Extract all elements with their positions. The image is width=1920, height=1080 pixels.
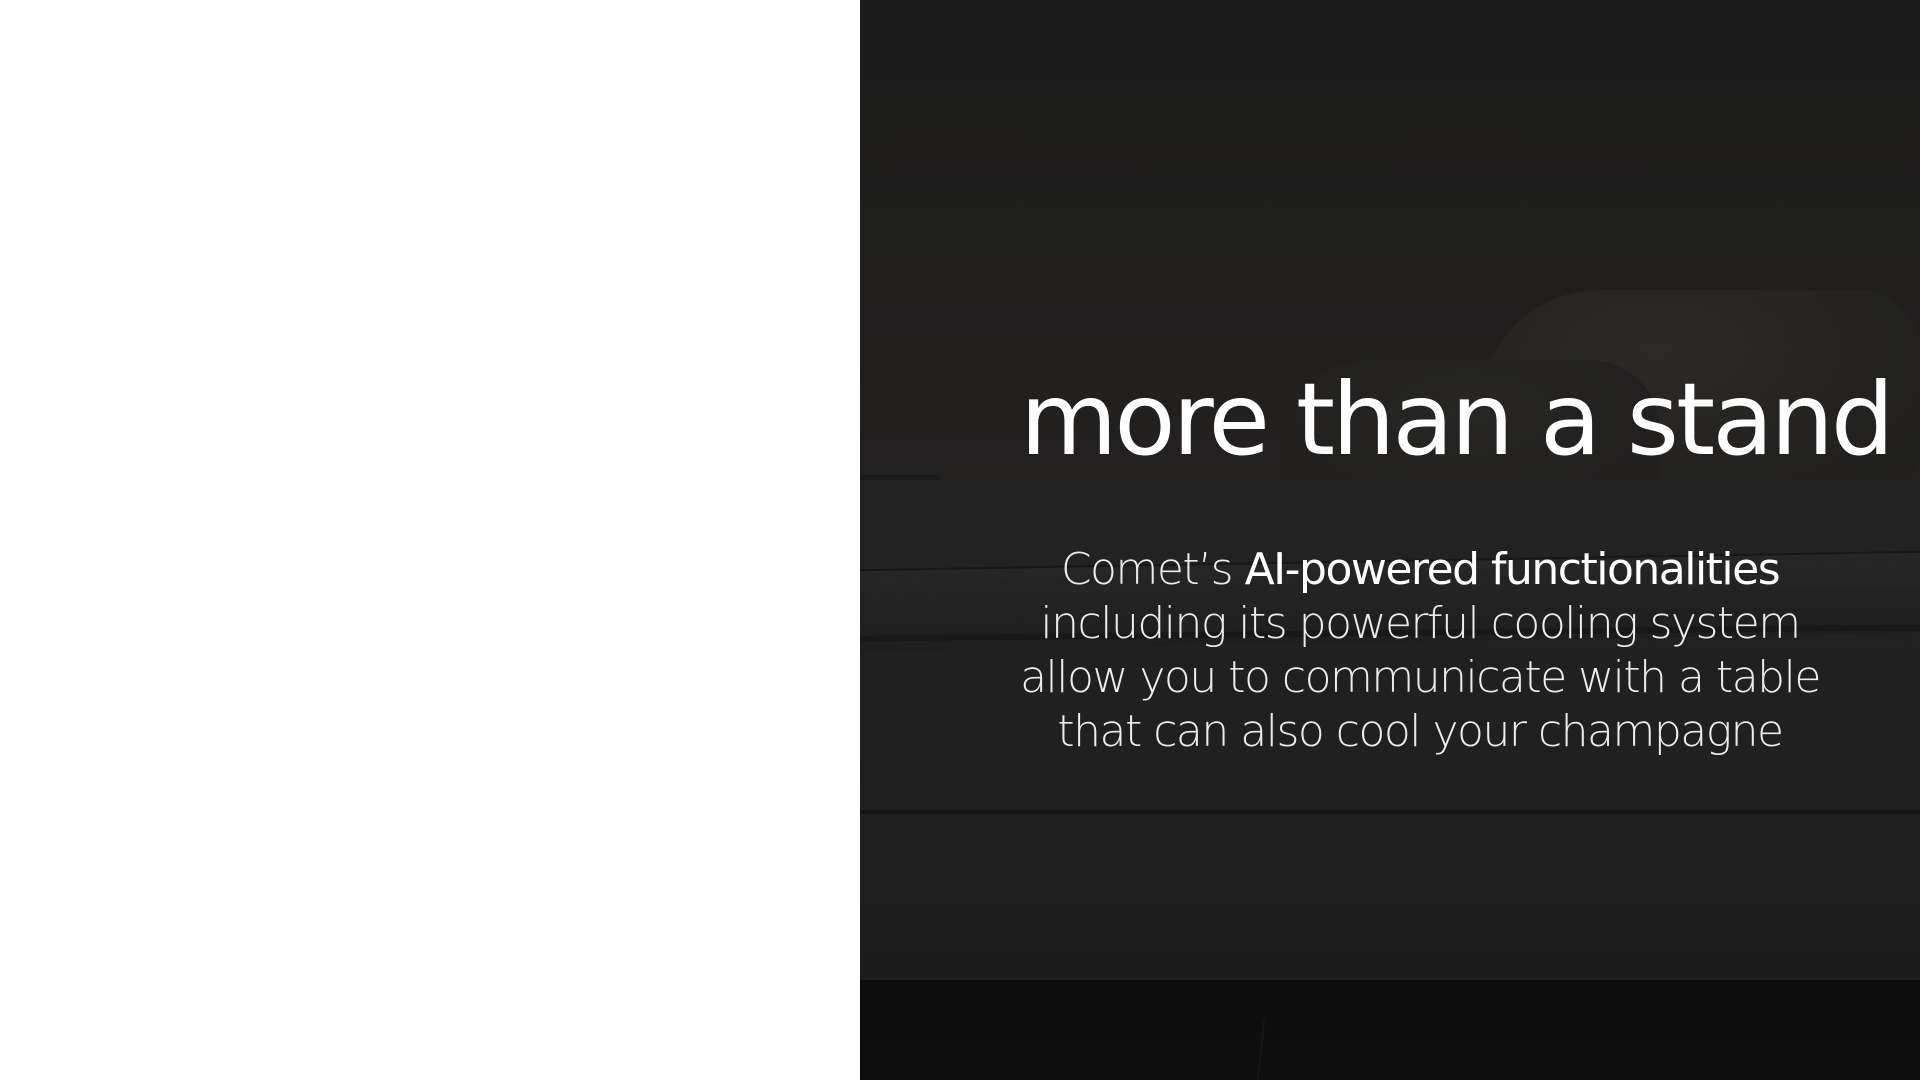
- slide-body-copy: Comet’s AI-powered functionalities inclu…: [1020, 543, 1821, 759]
- body-line-3: allow you to communicate with a table: [1020, 652, 1821, 703]
- slide: more than a stand Comet’s AI-powered fun…: [0, 0, 1920, 1080]
- blank-left-panel: [0, 0, 860, 1080]
- body-emphasis: AI-powered functionalities: [1244, 544, 1781, 595]
- body-line-4: that can also cool your champagne: [1057, 706, 1784, 757]
- body-line-1: Comet’s AI-powered functionalities: [1020, 543, 1820, 597]
- body-line-2: including its powerful cooling system: [1040, 598, 1801, 649]
- text-overlay: more than a stand Comet’s AI-powered fun…: [1020, 0, 1894, 1080]
- slide-headline: more than a stand: [1020, 361, 1894, 478]
- body-lead: Comet’s: [1060, 544, 1245, 595]
